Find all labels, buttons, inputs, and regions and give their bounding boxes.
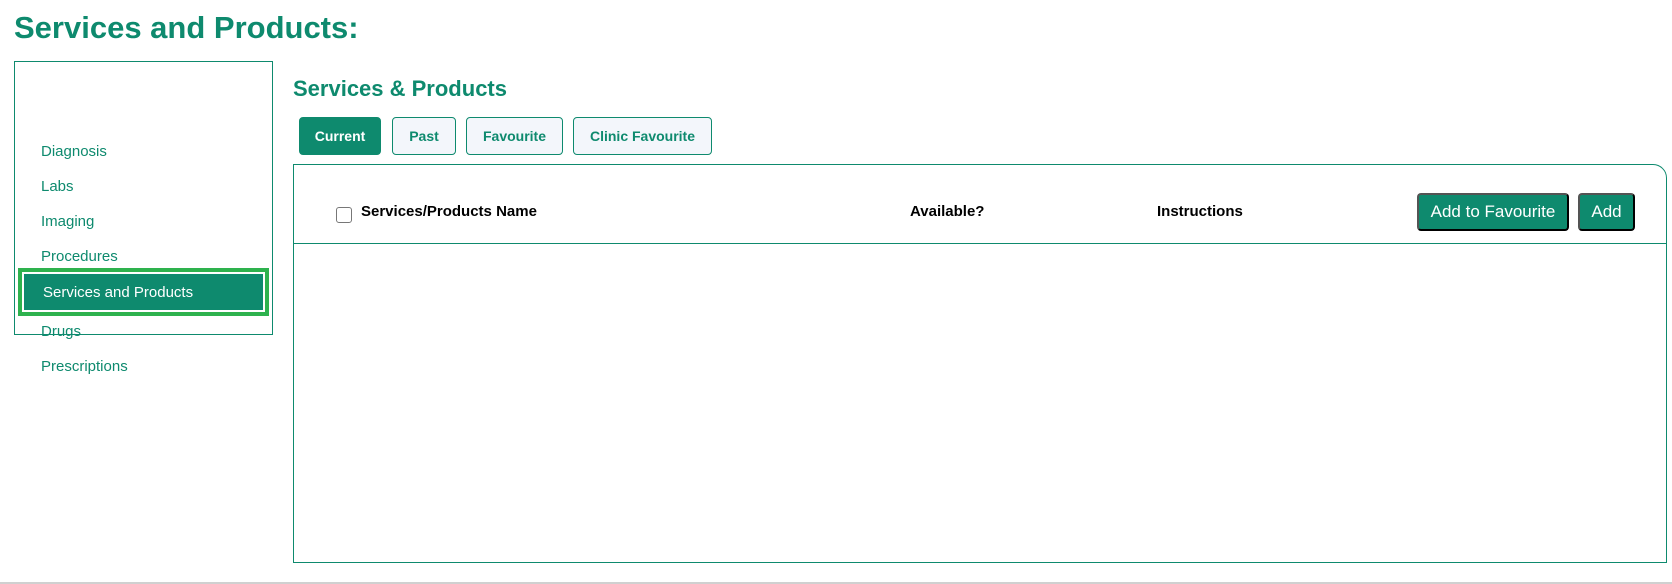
sidebar-item-drugs[interactable]: Drugs	[15, 313, 272, 349]
sidebar-item-diagnosis[interactable]: Diagnosis	[15, 133, 272, 169]
add-button[interactable]: Add	[1578, 193, 1635, 231]
table-body	[294, 244, 1666, 562]
column-header-name: Services/Products Name	[361, 203, 537, 220]
page-title: Services and Products:	[14, 10, 359, 45]
add-to-favourite-button[interactable]: Add to Favourite	[1417, 193, 1569, 231]
select-all-checkbox[interactable]	[336, 207, 352, 223]
sidebar-item-label: Drugs	[41, 322, 82, 340]
sidebar-item-label: Labs	[41, 177, 74, 195]
tab-past[interactable]: Past	[392, 117, 456, 155]
tab-clinic-favourite[interactable]: Clinic Favourite	[573, 117, 712, 155]
sidebar-item-labs[interactable]: Labs	[15, 168, 272, 204]
sidebar-item-label: Imaging	[41, 212, 95, 230]
column-header-instructions: Instructions	[1157, 203, 1243, 220]
sidebar-item-label: Procedures	[41, 247, 118, 265]
sidebar-item-label: Services and Products	[43, 283, 194, 301]
sidebar-item-prescriptions[interactable]: Prescriptions	[15, 348, 272, 384]
sidebar-item-active-highlight: Services and Products	[24, 274, 263, 310]
sidebar-item-imaging[interactable]: Imaging	[15, 203, 272, 239]
tab-favourite[interactable]: Favourite	[466, 117, 563, 155]
sidebar-item-label: Prescriptions	[41, 357, 128, 375]
section-title: Services & Products	[293, 76, 507, 101]
column-header-available: Available?	[910, 203, 985, 220]
tab-current[interactable]: Current	[299, 117, 381, 155]
services-products-table: Services/Products Name Available? Instru…	[293, 164, 1667, 563]
sidebar-item-label: Diagnosis	[41, 142, 107, 160]
sidebar: Diagnosis Labs Imaging Procedures Servic…	[14, 61, 273, 375]
sidebar-item-services-and-products[interactable]: Services and Products	[18, 268, 269, 316]
